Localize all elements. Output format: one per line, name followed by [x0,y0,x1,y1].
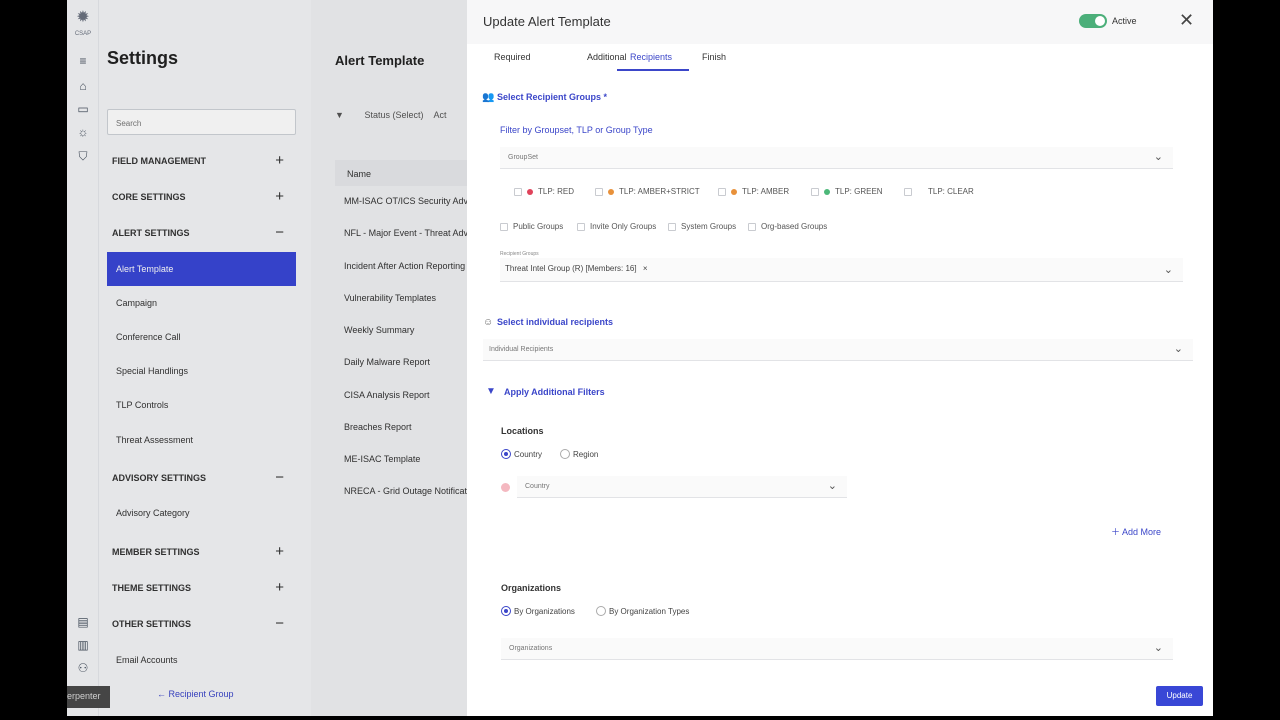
organizations-placeholder: Organizations [509,645,553,652]
by-organizations-radio[interactable]: By Organizations [501,606,575,616]
additional-filters-title: Apply Additional Filters [504,387,605,397]
organizations-select[interactable]: Organizations ⌄ [501,638,1173,660]
tlp-green-checkbox[interactable]: TLP: GREEN [811,187,883,196]
public-groups-checkbox[interactable]: Public Groups [500,222,563,231]
country-select[interactable]: Country ⌄ [517,476,847,498]
individual-recipients-title: Select individual recipients [497,317,614,327]
active-tab-indicator [617,69,689,71]
tlp-label: TLP: RED [538,187,575,196]
system-groups-checkbox[interactable]: System Groups [668,222,736,231]
tlp-label: TLP: CLEAR [928,187,974,196]
add-more-button[interactable]: ＋ Add More [1111,525,1161,538]
tlp-clear-checkbox[interactable]: TLP: CLEAR [904,187,974,196]
groupset-select[interactable]: GroupSet ⌄ [500,147,1173,169]
close-icon[interactable]: ✕ [1179,11,1194,29]
update-alert-template-drawer: Update Alert Template Active ✕ Required … [467,0,1213,716]
groupset-placeholder: GroupSet [508,154,538,161]
recipient-groups-title: Select Recipient Groups * [497,92,608,102]
checkbox-label: Public Groups [513,222,564,231]
individual-recipients-select[interactable]: Individual Recipients ⌄ [483,339,1193,361]
org-based-groups-checkbox[interactable]: Org-based Groups [748,222,827,231]
organizations-heading: Organizations [501,583,562,593]
chip-label: Threat Intel Group (R) [Members: 16] [505,264,637,273]
tlp-amber-checkbox[interactable]: TLP: AMBER [718,187,789,196]
region-radio[interactable]: Region [560,449,598,459]
tlp-red-checkbox[interactable]: TLP: RED [514,187,574,196]
tlp-label: TLP: AMBER+STRICT [619,187,700,196]
individual-placeholder: Individual Recipients [489,346,554,353]
checkbox-label: Invite Only Groups [590,222,657,231]
tab-finish[interactable]: Finish [702,52,726,62]
backdrop-overlay[interactable] [67,0,467,716]
locations-heading: Locations [501,426,544,436]
chip-remove-icon[interactable]: × [643,264,648,273]
active-toggle[interactable] [1079,14,1107,28]
tab-required[interactable]: Required [494,52,531,62]
drawer-title: Update Alert Template [483,14,611,29]
invite-only-groups-checkbox[interactable]: Invite Only Groups [577,222,656,231]
chevron-down-icon: ⌄ [1153,151,1163,163]
filter-label: Filter by Groupset, TLP or Group Type [500,125,653,135]
checkbox-label: Org-based Groups [761,222,828,231]
tlp-amber-strict-checkbox[interactable]: TLP: AMBER+STRICT [595,187,700,196]
chevron-down-icon: ⌄ [827,480,837,492]
filter-icon: ▼ [486,386,496,397]
checkbox-label: System Groups [681,222,737,231]
radio-label: By Organization Types [609,606,690,616]
recipient-groups-label: Recipient Groups [500,251,539,257]
person-icon: ☺ [483,317,494,328]
add-more-label: Add More [1122,527,1162,537]
active-label: Active [1112,16,1137,26]
chevron-down-icon: ⌄ [1153,642,1163,654]
tab-additional[interactable]: Additional [587,52,627,62]
chevron-down-icon: ⌄ [1173,343,1183,355]
app-window: ✹ CSAP ≡ ⌂ ▭ ☼ ⛉ ▤ ▥ ⚇ Settings Search F… [67,0,1213,716]
by-organization-types-radio[interactable]: By Organization Types [596,606,689,616]
tab-recipients[interactable]: Recipients [630,52,672,62]
country-radio[interactable]: Country [501,449,542,459]
radio-label: By Organizations [514,606,575,616]
selected-group-chip[interactable]: Threat Intel Group (R) [Members: 16] × [505,264,648,273]
country-placeholder: Country [525,483,550,490]
group-icon: 👥 [482,92,495,103]
update-button[interactable]: Update [1156,686,1203,706]
chevron-down-icon: ⌄ [1163,264,1173,276]
drawer-header: Update Alert Template Active ✕ [467,0,1213,44]
radio-label: Country [514,449,543,459]
tlp-label: TLP: GREEN [835,187,883,196]
radio-label: Region [573,449,599,459]
remove-location-icon[interactable] [501,483,510,492]
tlp-label: TLP: AMBER [742,187,790,196]
